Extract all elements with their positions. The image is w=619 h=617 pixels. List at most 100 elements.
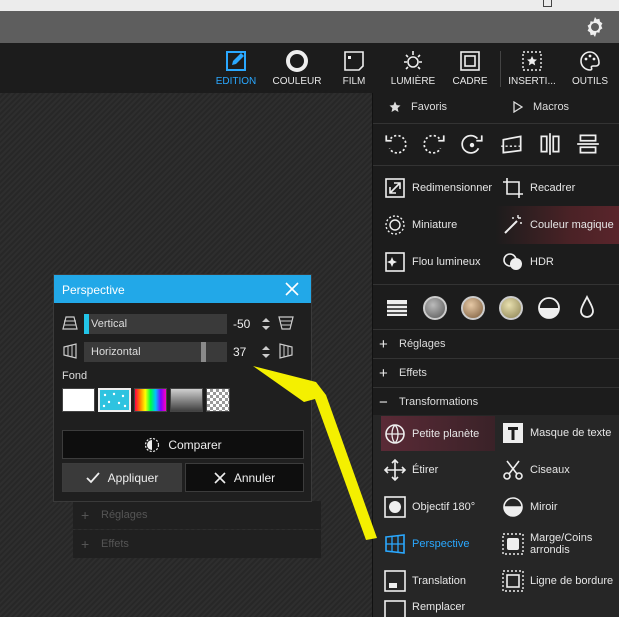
favorites-label: Favoris (411, 101, 448, 113)
tab-couleur[interactable]: COULEUR (270, 43, 324, 93)
replace-icon (384, 600, 406, 617)
tool-label: Translation (412, 575, 467, 587)
spinner-arrows-icon[interactable] (260, 316, 272, 332)
tool-label: Ciseaux (530, 464, 570, 476)
tool-label: Marge/Coins arrondis (530, 532, 593, 556)
close-icon[interactable] (285, 282, 299, 296)
tab-label: FILM (342, 76, 366, 87)
section-effets[interactable]: + Effets (373, 359, 619, 387)
tool-objectif-180[interactable]: Objectif 180° (383, 490, 495, 524)
tool-label: Remplacer (412, 601, 466, 613)
horizontal-slider-handle[interactable] (201, 342, 206, 362)
tool-redimensionner[interactable]: Redimensionner (383, 171, 495, 205)
tool-label: Perspective (412, 538, 470, 550)
vertical-slider[interactable]: Vertical (84, 314, 227, 334)
tab-film[interactable]: FILM (332, 43, 376, 93)
flip-horizontal-icon[interactable] (537, 131, 563, 157)
tool-label: HDR (530, 256, 554, 268)
preset-grey-circle[interactable] (423, 296, 447, 320)
fond-swatch-transparent[interactable] (206, 388, 230, 412)
compare-button[interactable]: Comparer (62, 430, 304, 459)
tool-etirer[interactable]: Étirer (383, 453, 495, 487)
macros-button[interactable]: Macros (513, 101, 569, 113)
fond-swatch-cyan-pattern[interactable] (98, 388, 131, 412)
tab-label: EDITION (215, 76, 257, 87)
stretch-icon (383, 458, 407, 482)
favorites-button[interactable]: Favoris (389, 101, 447, 113)
divider (373, 165, 619, 166)
tool-hdr[interactable]: HDR (499, 245, 619, 279)
favorites-macros-row: Favoris Macros (373, 93, 619, 123)
tools-panel: Favoris Macros Redimensionner Recadrer M… (372, 93, 619, 617)
preset-warm-circle[interactable] (461, 296, 485, 320)
x-icon (214, 471, 226, 484)
tool-ciseaux[interactable]: Ciseaux (499, 453, 619, 487)
tool-miniature[interactable]: Miniature (383, 208, 495, 242)
tab-cadre[interactable]: CADRE (448, 43, 492, 93)
divider (373, 284, 619, 285)
tool-ligne-de-bordure[interactable]: Ligne de bordure (499, 564, 619, 598)
tool-perspective[interactable]: Perspective (383, 527, 495, 561)
horizontal-value[interactable]: 37 (233, 345, 246, 359)
half-circle-icon[interactable] (537, 296, 561, 320)
tool-flou-lumineux[interactable]: Flou lumineux (383, 245, 495, 279)
cancel-button[interactable]: Annuler (185, 463, 304, 492)
insert-star-icon (522, 51, 542, 71)
miniature-icon (385, 215, 405, 235)
dialog-title: Perspective (62, 283, 125, 297)
horizontal-slider[interactable]: Horizontal (84, 342, 227, 362)
hdr-icon (503, 253, 522, 270)
dialog-titlebar[interactable]: Perspective (54, 275, 311, 303)
preset-yellow-circle[interactable] (499, 296, 523, 320)
star-icon (389, 101, 401, 112)
tool-label: Miniature (412, 219, 458, 231)
tab-label: LUMIÈRE (390, 76, 436, 87)
tool-marge-coins[interactable]: Marge/Coins arrondis (499, 527, 619, 561)
rotate-left-icon[interactable] (383, 131, 409, 157)
section-label: Effets (399, 367, 427, 379)
tab-insertion[interactable]: INSERTI... (505, 43, 559, 93)
dots-pattern-icon (102, 392, 127, 408)
vertical-value[interactable]: -50 (233, 317, 250, 331)
gear-icon[interactable] (583, 15, 607, 39)
plus-icon: + (81, 507, 90, 523)
quick-transform-row (373, 123, 619, 163)
tool-petite-planete[interactable]: Petite planète (381, 416, 495, 451)
apply-button[interactable]: Appliquer (62, 463, 182, 492)
tab-label: INSERTI... (508, 76, 556, 87)
tool-recadrer[interactable]: Recadrer (499, 171, 619, 205)
fond-swatch-rainbow[interactable] (134, 388, 167, 412)
vertical-slider-handle[interactable] (84, 314, 89, 334)
tab-lumiere[interactable]: LUMIÈRE (386, 43, 440, 93)
rotate-right-icon[interactable] (421, 131, 447, 157)
tool-remplacer[interactable]: Remplacer (383, 599, 495, 617)
fond-label: Fond (62, 370, 88, 382)
drop-icon[interactable] (577, 295, 597, 321)
plus-icon: + (379, 335, 388, 353)
tab-edition[interactable]: EDITION (210, 43, 262, 93)
tool-label: Masque de texte (530, 427, 612, 439)
tool-label: Étirer (412, 464, 439, 476)
rounded-corners-icon (502, 533, 524, 555)
flip-vertical-icon[interactable] (575, 131, 601, 157)
straighten-icon[interactable] (499, 131, 525, 157)
tool-masque-de-texte[interactable]: Masque de texte (499, 416, 619, 450)
tab-outils[interactable]: OUTILS (566, 43, 614, 93)
tool-miroir[interactable]: Miroir (499, 490, 619, 524)
section-reglages[interactable]: + Réglages (373, 330, 619, 358)
tool-couleur-magique[interactable]: Couleur magique (495, 206, 619, 244)
auto-rotate-icon[interactable] (459, 131, 485, 157)
perspective-vertical-icon (62, 316, 78, 330)
edit-icon (226, 51, 246, 71)
background-section-label: Effets (101, 538, 129, 550)
section-transformations[interactable]: − Transformations (373, 388, 619, 416)
plus-icon: + (379, 364, 388, 382)
tool-translation[interactable]: Translation (383, 564, 495, 598)
fond-swatch-white[interactable] (62, 388, 95, 412)
translation-icon (384, 570, 406, 592)
menu-lines-icon[interactable] (385, 296, 409, 320)
text-mask-icon (503, 423, 523, 443)
fond-swatch-gradient[interactable] (170, 388, 203, 412)
restore-window-icon[interactable] (543, 0, 552, 7)
spinner-arrows-icon[interactable] (260, 344, 272, 360)
